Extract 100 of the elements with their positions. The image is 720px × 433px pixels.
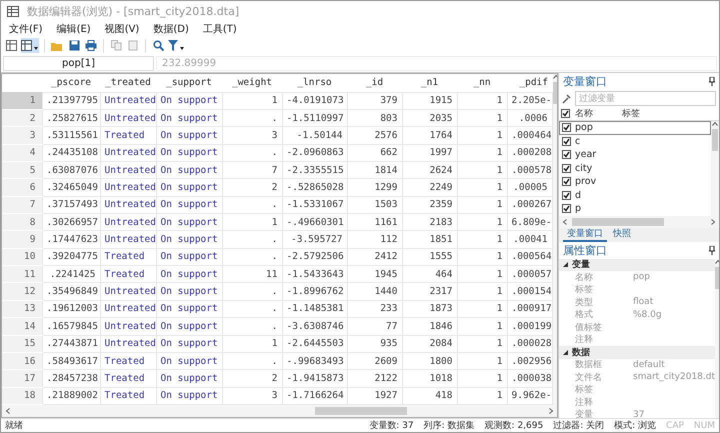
scroll-left-icon[interactable]: [5, 408, 11, 414]
collapse-icon[interactable]: [563, 262, 568, 268]
scroll-left-icon[interactable]: [562, 218, 568, 224]
group-name: 变量: [572, 258, 590, 272]
table-cell: Untreated: [100, 335, 156, 352]
table-cell: .58493617: [42, 352, 100, 370]
scroll-right-icon[interactable]: [548, 408, 554, 414]
table-cell: 464: [402, 266, 457, 283]
table-cell: On support: [156, 352, 222, 370]
variable-row[interactable]: city: [559, 162, 711, 175]
checkbox[interactable]: [561, 109, 570, 118]
scroll-up-icon[interactable]: [712, 121, 718, 127]
checkbox[interactable]: [562, 177, 571, 186]
table-cell: 1: [457, 352, 507, 370]
panel-tab[interactable]: 快照: [609, 228, 635, 242]
table-cell: On support: [156, 266, 222, 283]
menu-item[interactable]: 工具(T): [202, 22, 237, 36]
table-cell: 2317: [402, 282, 457, 300]
grid-dropdown-icon[interactable]: [21, 38, 39, 53]
row-number[interactable]: 9: [2, 230, 42, 248]
filter-field[interactable]: 过滤变量: [575, 91, 716, 106]
row-number[interactable]: 10: [2, 248, 42, 266]
row-number[interactable]: 2: [2, 109, 42, 127]
property-group[interactable]: 变量: [559, 258, 716, 271]
table-cell: .000038: [507, 370, 552, 388]
table-cell: .00005: [507, 178, 552, 196]
property-name: 类型: [575, 296, 594, 309]
menu-item[interactable]: 编辑(E): [56, 22, 91, 36]
variable-row[interactable]: d: [559, 188, 711, 202]
row-number[interactable]: 14: [2, 318, 42, 336]
menu-item[interactable]: 视图(V): [104, 22, 140, 36]
property-name: 标签: [575, 284, 594, 296]
column-header[interactable]: 名称: [575, 107, 617, 120]
table-cell: 1: [457, 196, 507, 214]
property-value: default: [633, 360, 665, 370]
table-cell: .25827615: [42, 109, 100, 127]
table-cell: 1915: [402, 92, 457, 110]
table-cell: 1: [457, 144, 507, 162]
checkbox[interactable]: [562, 190, 571, 200]
column-header[interactable]: 标签: [622, 107, 672, 120]
row-number[interactable]: 17: [2, 370, 42, 388]
print-icon[interactable]: [84, 38, 98, 53]
save-icon[interactable]: [67, 38, 81, 53]
horizontal-scrollbar[interactable]: [2, 405, 557, 417]
table-cell: 2084: [402, 335, 457, 352]
row-number[interactable]: 4: [2, 144, 42, 162]
checkbox[interactable]: [562, 150, 571, 160]
pin-icon[interactable]: [709, 77, 715, 86]
pin-icon[interactable]: [709, 246, 715, 254]
panel-tab[interactable]: 变量窗口: [563, 228, 607, 242]
row-number[interactable]: 7: [2, 196, 42, 214]
table-cell: 1: [457, 266, 507, 283]
row-number[interactable]: 13: [2, 300, 42, 318]
checkbox[interactable]: [562, 136, 571, 146]
filter-icon[interactable]: [168, 38, 185, 53]
table-cell: 1: [457, 230, 507, 248]
checkbox[interactable]: [562, 204, 571, 214]
row-number[interactable]: 5: [2, 161, 42, 179]
variable-row[interactable]: c: [559, 134, 711, 148]
variable-name: p: [575, 203, 582, 214]
cell-name-field[interactable]: pop[1]: [3, 56, 154, 71]
variable-name: c: [575, 136, 580, 147]
collapse-icon[interactable]: [563, 350, 568, 355]
checkbox[interactable]: [562, 164, 571, 173]
row-number[interactable]: 3: [2, 126, 42, 144]
row-number[interactable]: 18: [2, 387, 42, 404]
vertical-scrollbar[interactable]: [552, 74, 557, 405]
search-icon[interactable]: [151, 38, 165, 53]
scroll-right-icon[interactable]: [710, 218, 716, 224]
variable-row[interactable]: pop: [559, 121, 711, 134]
table-cell: .21397795: [42, 92, 100, 110]
table-cell: -4.0191073: [282, 92, 347, 110]
row-number[interactable]: 8: [2, 214, 42, 231]
checkbox[interactable]: [562, 123, 571, 132]
table-cell: 2609: [347, 352, 402, 370]
property-name: 标签: [575, 384, 594, 396]
row-number[interactable]: 1: [2, 92, 42, 110]
row-number[interactable]: 6: [2, 178, 42, 196]
row-number[interactable]: 15: [2, 335, 42, 352]
menu-item[interactable]: 文件(F): [9, 22, 43, 36]
scroll-up-icon[interactable]: [552, 74, 557, 80]
property-value: smart_city2018.dt: [633, 372, 716, 382]
horizontal-scrollbar[interactable]: [559, 216, 719, 228]
vertical-scrollbar[interactable]: [711, 121, 719, 216]
variable-row[interactable]: year: [559, 148, 711, 162]
property-group[interactable]: 数据: [559, 346, 716, 358]
table-cell: 1: [457, 214, 507, 231]
variable-row[interactable]: prov: [559, 175, 711, 188]
menu-item[interactable]: 数据(D): [153, 22, 189, 36]
row-number[interactable]: 12: [2, 282, 42, 300]
row-number[interactable]: 16: [2, 352, 42, 370]
property-value: %8.0g: [633, 310, 662, 320]
row-number[interactable]: 11: [2, 266, 42, 283]
variable-row[interactable]: p: [559, 202, 711, 216]
table-cell: .: [222, 282, 282, 300]
table-cell: .000208: [507, 144, 552, 162]
grid-icon[interactable]: [4, 38, 18, 53]
table-cell: Untreated: [100, 230, 156, 248]
table-cell: -.99683493: [282, 352, 347, 370]
table-cell: 1: [457, 282, 507, 300]
